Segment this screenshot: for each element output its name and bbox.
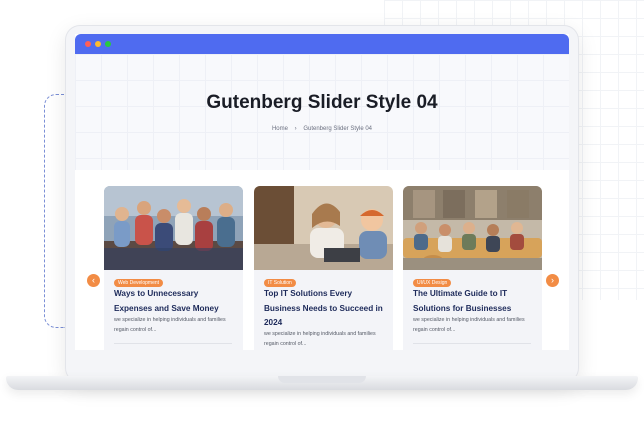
- maximize-window-dot[interactable]: [105, 41, 111, 47]
- card-divider: [114, 343, 232, 344]
- post-excerpt: we specialize in helping individuals and…: [413, 317, 525, 333]
- post-title[interactable]: Top IT Solutions Every Business Needs to…: [264, 287, 386, 331]
- breadcrumb-home-link[interactable]: Home: [272, 126, 288, 132]
- page-title: Gutenberg Slider Style 04: [206, 92, 438, 113]
- close-window-dot[interactable]: [85, 41, 91, 47]
- post-excerpt: we specialize in helping individuals and…: [114, 317, 226, 333]
- category-badge[interactable]: IT Solution: [264, 279, 296, 287]
- browser-title-bar: [75, 34, 569, 54]
- post-image-friends-selfie[interactable]: [104, 186, 243, 270]
- post-card[interactable]: IT Solution Top IT Solutions Every Busin…: [254, 186, 393, 350]
- card-divider: [413, 343, 531, 344]
- post-title[interactable]: The Ultimate Guide to IT Solutions for B…: [413, 287, 535, 316]
- breadcrumb: Home › Gutenberg Slider Style 04: [75, 126, 569, 132]
- post-title[interactable]: Ways to Unnecessary Expenses and Save Mo…: [114, 287, 236, 316]
- category-badge[interactable]: UI/UX Design: [413, 279, 452, 287]
- chevron-left-icon: ‹: [92, 275, 95, 285]
- post-excerpt: we specialize in helping individuals and…: [264, 331, 376, 347]
- laptop-notch: [278, 376, 366, 383]
- laptop-screen: Gutenberg Slider Style 04 Home › Gutenbe…: [75, 34, 569, 350]
- slider-prev-button[interactable]: ‹: [87, 274, 100, 287]
- minimize-window-dot[interactable]: [95, 41, 101, 47]
- breadcrumb-separator-icon: ›: [294, 126, 297, 132]
- category-badge[interactable]: Web Development: [114, 279, 164, 287]
- decorative-dashed-bracket: [44, 94, 65, 328]
- slider-next-button[interactable]: ›: [546, 274, 559, 287]
- post-image-parent-child-laptop[interactable]: [254, 186, 393, 270]
- page-hero: Gutenberg Slider Style 04 Home › Gutenbe…: [75, 54, 569, 170]
- post-image-people-on-couch[interactable]: [403, 186, 542, 270]
- breadcrumb-current: Gutenberg Slider Style 04: [303, 126, 373, 132]
- chevron-right-icon: ›: [551, 275, 554, 285]
- post-card[interactable]: Web Development Ways to Unnecessary Expe…: [104, 186, 243, 350]
- post-card[interactable]: UI/UX Design The Ultimate Guide to IT So…: [403, 186, 542, 350]
